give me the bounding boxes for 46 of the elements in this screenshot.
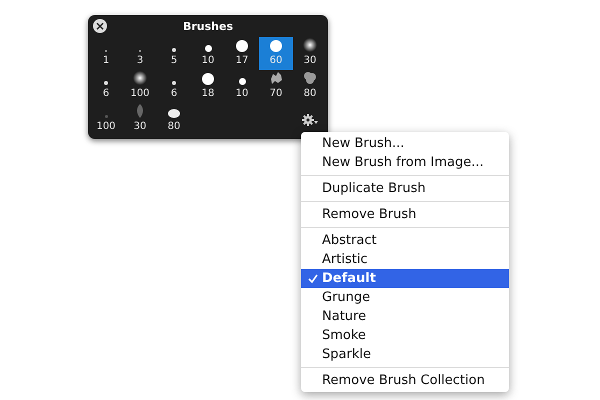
brush-preset[interactable]: 100 [123, 70, 157, 103]
brush-tip-icon [136, 104, 144, 118]
menu-item[interactable]: Artistic [301, 250, 509, 269]
menu-item[interactable]: Sparkle [301, 345, 509, 364]
brush-tip-icon [238, 78, 246, 85]
brush-tip-icon [303, 71, 317, 85]
menu-item[interactable]: Grunge [301, 288, 509, 307]
brush-preset[interactable]: 17 [225, 37, 259, 70]
brush-preset[interactable]: 1 [89, 37, 123, 70]
brush-preset[interactable]: 6 [157, 70, 191, 103]
brush-tip-icon [133, 71, 147, 85]
brush-tip-icon [202, 73, 214, 85]
brush-preset[interactable]: 30 [293, 37, 327, 70]
close-button[interactable]: × [93, 19, 107, 33]
brush-preset[interactable]: 18 [191, 70, 225, 103]
gear-icon [302, 114, 318, 126]
brush-tip-icon [236, 40, 248, 52]
menu-item[interactable]: New Brush... [301, 134, 509, 153]
brush-preset[interactable]: 3 [123, 37, 157, 70]
menu-item[interactable]: Remove Brush [301, 205, 509, 224]
brush-tip-icon [172, 81, 176, 85]
brush-tip-icon [204, 45, 212, 52]
menu-item[interactable]: Remove Brush Collection [301, 371, 509, 390]
brush-tip-icon [270, 40, 282, 52]
brush-tip-icon [104, 81, 108, 85]
brush-preset[interactable]: 80 [293, 70, 327, 103]
brush-preset[interactable]: 70 [259, 70, 293, 103]
menu-item[interactable]: Abstract [301, 231, 509, 250]
brush-preset[interactable]: 100 [89, 103, 123, 136]
brush-preset[interactable]: 6 [89, 70, 123, 103]
brush-tip-icon [172, 48, 176, 52]
menu-item[interactable]: Default [301, 269, 509, 288]
brush-tip-icon [168, 109, 180, 118]
brush-tip-icon [303, 38, 317, 52]
menu-item[interactable]: New Brush from Image... [301, 153, 509, 172]
menu-item[interactable]: Duplicate Brush [301, 179, 509, 198]
brush-preset[interactable]: 5 [157, 37, 191, 70]
brush-preset[interactable]: 80 [157, 103, 191, 136]
brush-preset[interactable]: 30 [123, 103, 157, 136]
panel-title: Brushes [182, 20, 234, 32]
menu-item[interactable]: Smoke [301, 326, 509, 345]
brush-tip-icon [269, 71, 283, 85]
brush-preset[interactable]: 10 [225, 70, 259, 103]
brush-preset[interactable]: 10 [191, 37, 225, 70]
brush-tip-icon [104, 115, 108, 118]
menu-item[interactable]: Nature [301, 307, 509, 326]
